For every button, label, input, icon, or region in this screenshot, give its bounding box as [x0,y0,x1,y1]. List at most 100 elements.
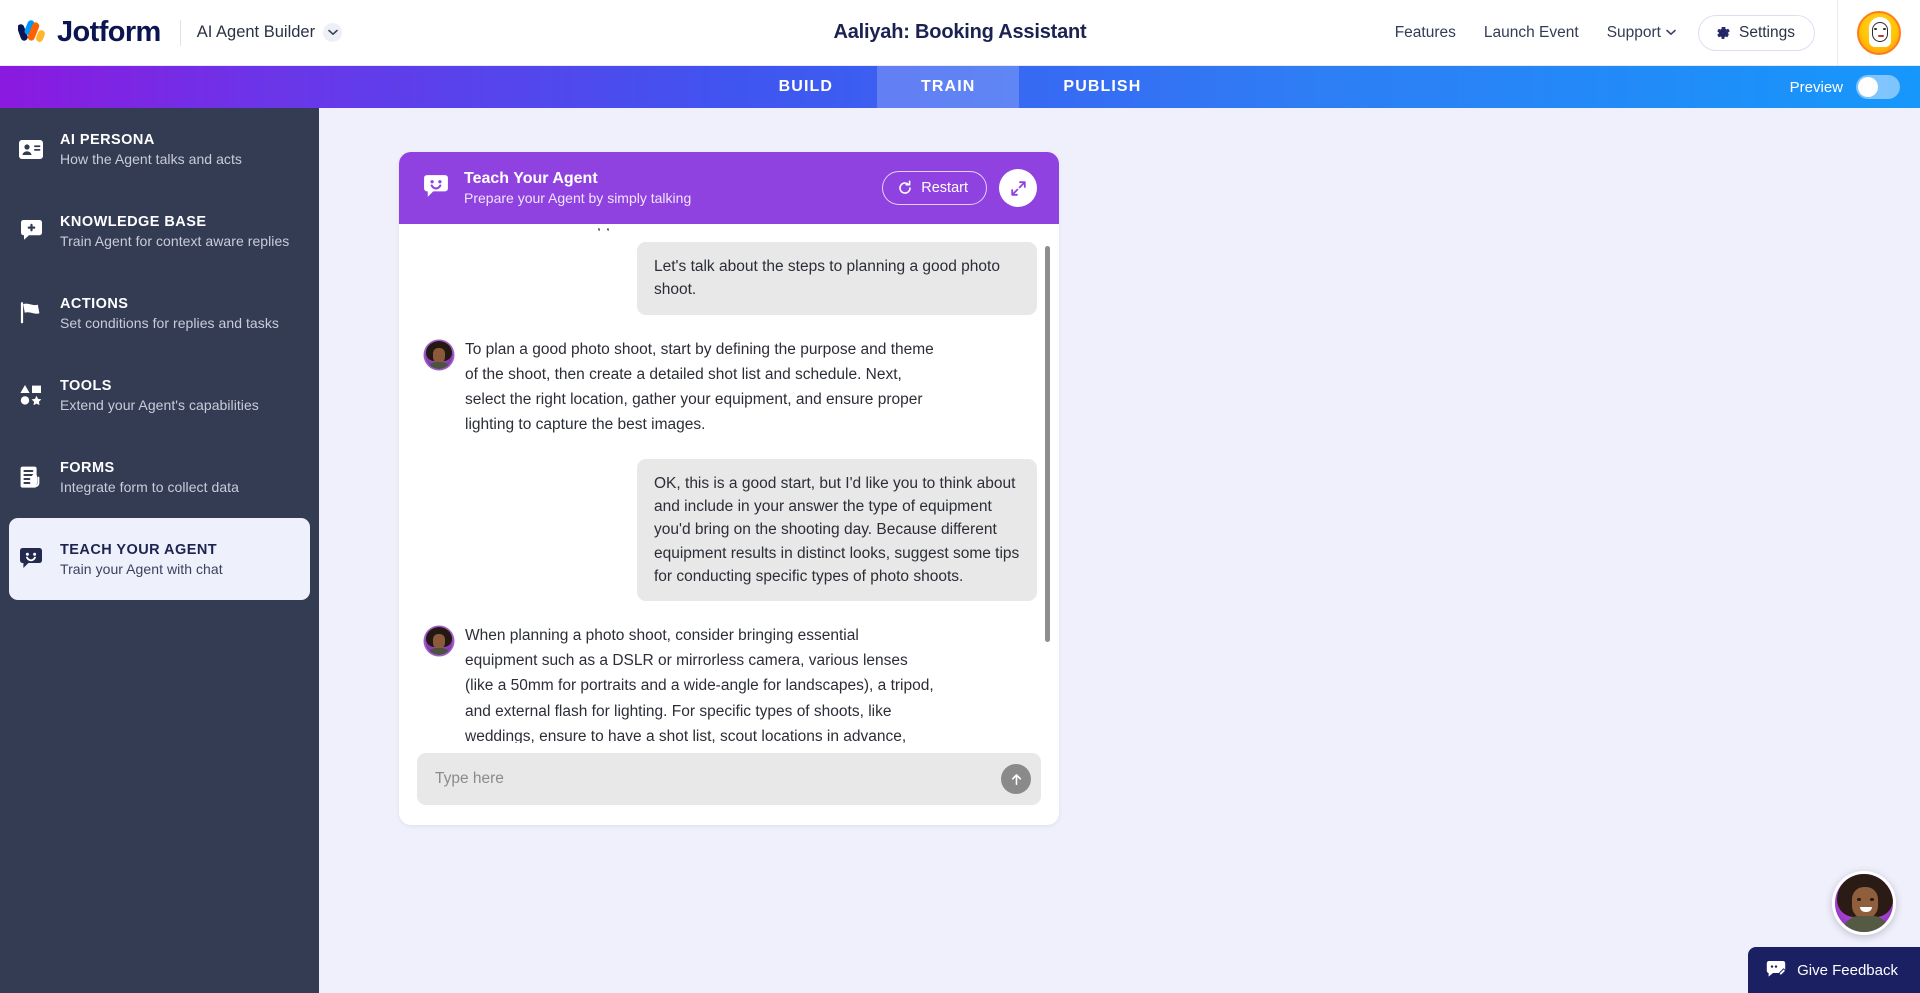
restart-icon [899,180,912,194]
sidebar-item-title: KNOWLEDGE BASE [60,213,207,230]
nav-link-support[interactable]: Support [1593,24,1690,42]
expand-button[interactable] [999,169,1037,207]
chat-message-agent: To plan a good photo shoot, start by def… [425,337,1037,437]
sidebar-item-text: FORMS Integrate form to collect data [60,460,239,495]
sidebar-item-subtitle: How the Agent talks and acts [60,150,242,167]
brand-logo-text[interactable]: Jotform [57,16,161,49]
chat-panel-header: Teach Your Agent Prepare your Agent by s… [399,152,1059,224]
agent-avatar [425,627,453,656]
sidebar-item-ai-persona[interactable]: AI PERSONA How the Agent talks and acts [0,108,319,190]
avatar-eye-left [1874,27,1877,30]
user-avatar[interactable] [1857,10,1901,55]
agent-chat-bubble[interactable] [1832,871,1896,935]
flag-icon [18,300,44,326]
settings-button[interactable]: Settings [1697,14,1815,51]
restart-button[interactable]: Restart [882,171,987,205]
agent-avatar-body [428,361,450,369]
feedback-chat-icon [1766,961,1787,977]
sidebar-item-title: AI PERSONA [60,131,155,148]
sidebar-item-title: ACTIONS [60,295,129,312]
arrow-up-icon [1011,773,1021,785]
nav-link-launch-event[interactable]: Launch Event [1470,24,1593,42]
chat-input[interactable] [435,770,1001,788]
avatar-eye-right [1883,27,1886,30]
chat-text-agent: When planning a photo shoot, consider br… [465,627,934,743]
sidebar-item-actions[interactable]: ACTIONS Set conditions for replies and t… [0,272,319,354]
nav-link-features[interactable]: Features [1381,24,1470,42]
chat-message-list: ” ” , , Let's talk about the steps to pl… [425,224,1037,743]
gear-icon [1717,26,1730,39]
app-root: Jotform AI Agent Builder Aaliyah: Bookin… [0,0,1920,993]
avatar-mouth [1878,34,1884,37]
bubble-avatar-face [1852,887,1878,919]
chat-message-scroll-area[interactable]: ” ” , , Let's talk about the steps to pl… [399,224,1059,743]
chat-bubble-user: Let's talk about the steps to planning a… [637,242,1037,315]
send-button[interactable] [1001,764,1031,794]
nav-link-support-label: Support [1606,23,1661,41]
toggle-knob [1858,77,1878,97]
id-card-icon [18,136,44,162]
agent-avatar-face [433,634,445,650]
chat-header-subtitle: Prepare your Agent by simply talking [464,190,692,206]
chat-smile-icon [423,175,449,201]
settings-button-label: Settings [1738,23,1795,41]
chat-input-row [399,743,1059,825]
sidebar-item-knowledge-base[interactable]: KNOWLEDGE BASE Train Agent for context a… [0,190,319,272]
sidebar-item-forms[interactable]: FORMS Integrate form to collect data [0,436,319,518]
tab-train[interactable]: TRAIN [877,66,1020,108]
chat-smile-icon [18,546,44,572]
sidebar-item-text: TOOLS Extend your Agent's capabilities [60,378,259,413]
sidebar-item-subtitle: Extend your Agent's capabilities [60,396,259,413]
avatar-face [1872,21,1888,42]
sidebar-item-subtitle: Train Agent for context aware replies [60,232,290,249]
sidebar-item-title: TEACH YOUR AGENT [60,541,218,558]
brand-divider [179,19,181,46]
top-header: Jotform AI Agent Builder Aaliyah: Bookin… [0,0,1920,66]
chat-header-actions: Restart [882,169,1037,207]
sidebar-item-title: FORMS [60,459,115,476]
give-feedback-label: Give Feedback [1797,961,1898,979]
chevron-down-icon [1666,29,1676,35]
sidebar-item-title: TOOLS [60,377,112,394]
chat-input-wrapper [417,753,1041,805]
give-feedback-button[interactable]: Give Feedback [1748,947,1920,993]
teach-your-agent-panel: Teach Your Agent Prepare your Agent by s… [399,152,1059,825]
chat-bubble-user: OK, this is a good start, but I'd like y… [637,458,1037,602]
header-divider [1837,0,1838,66]
preview-label: Preview [1789,78,1843,96]
bubble-avatar-body [1843,916,1889,932]
chat-plus-icon [18,218,44,244]
chat-header-title: Teach Your Agent [464,170,598,187]
header-right-group: Features Launch Event Support Settings [1381,0,1920,66]
chat-scrollbar-thumb[interactable] [1045,246,1050,642]
sidebar-item-subtitle: Set conditions for replies and tasks [60,314,279,331]
sidebar-item-tools[interactable]: TOOLS Extend your Agent's capabilities [0,354,319,436]
sidebar-item-subtitle: Integrate form to collect data [60,478,239,495]
bubble-avatar-eye-left [1857,898,1861,901]
sidebar-item-subtitle: Train your Agent with chat [60,560,223,577]
agent-avatar-body [428,648,450,656]
restart-button-label: Restart [921,180,968,196]
product-name-label[interactable]: AI Agent Builder [197,23,315,42]
bubble-avatar-eye-right [1870,898,1874,901]
chat-message-agent: When planning a photo shoot, consider br… [425,623,1037,743]
chat-text-agent: To plan a good photo shoot, start by def… [465,340,934,433]
preview-control: Preview [1790,66,1900,108]
chat-header-titles: Teach Your Agent Prepare your Agent by s… [464,170,691,206]
expand-diagonal-icon [1010,180,1026,196]
sidebar-item-teach-your-agent[interactable]: TEACH YOUR AGENT Train your Agent with c… [9,518,310,600]
sidebar-item-text: AI PERSONA How the Agent talks and acts [60,132,242,167]
brand-area: Jotform AI Agent Builder [0,16,343,49]
chat-message-user: OK, this is a good start, but I'd like y… [425,458,1037,602]
form-clip-icon [18,464,44,490]
agent-avatar [425,340,453,369]
left-sidebar: AI PERSONA How the Agent talks and acts … [0,108,319,993]
main-content: Teach Your Agent Prepare your Agent by s… [319,108,1920,993]
sidebar-item-text: ACTIONS Set conditions for replies and t… [60,296,279,331]
chevron-down-icon[interactable] [323,23,343,42]
tab-publish[interactable]: PUBLISH [1019,66,1185,108]
preview-toggle[interactable] [1856,75,1900,99]
jotform-logo-icon[interactable] [17,18,48,48]
agent-avatar-face [433,347,445,363]
tab-build[interactable]: BUILD [735,66,877,108]
